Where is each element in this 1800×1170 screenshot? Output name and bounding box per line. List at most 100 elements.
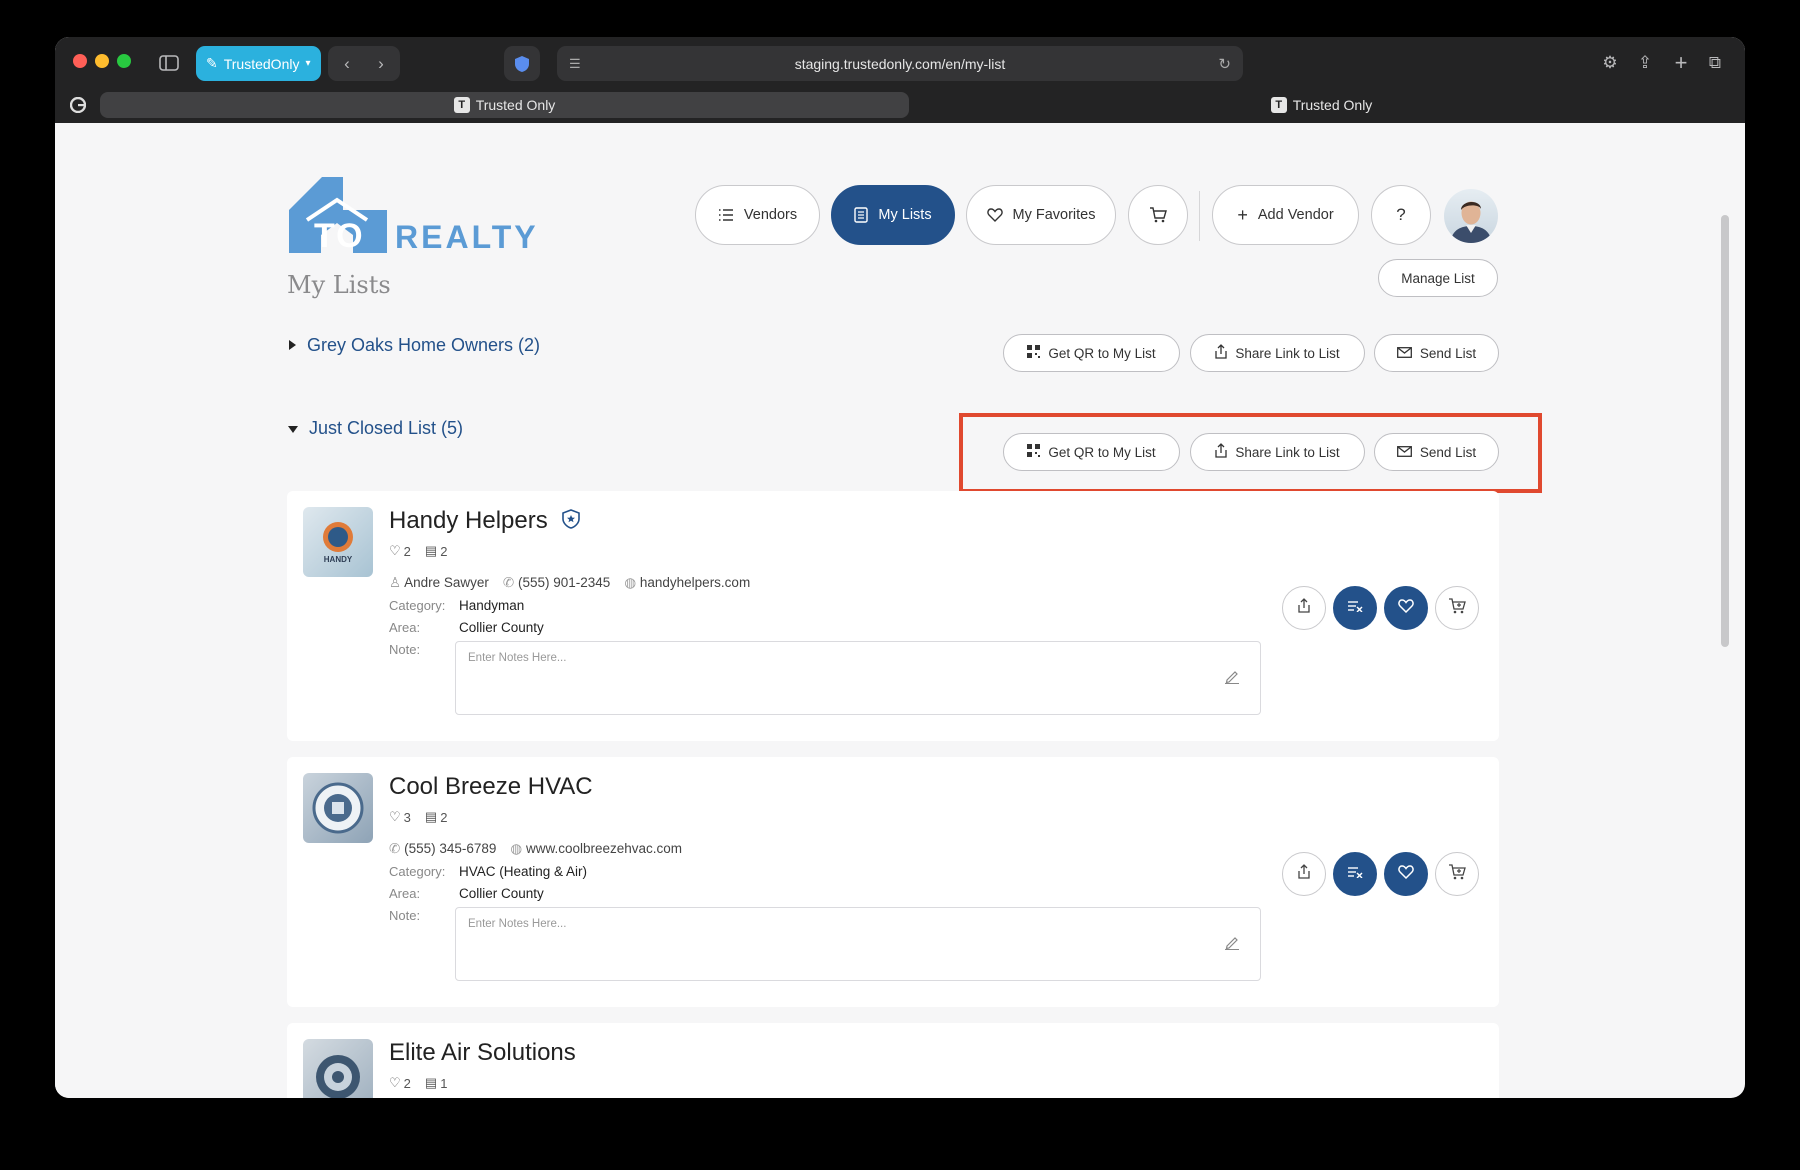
url-text: staging.trustedonly.com/en/my-list	[794, 55, 1006, 72]
question-mark-icon: ?	[1396, 205, 1406, 224]
vendors-nav-button[interactable]: Vendors	[695, 185, 820, 245]
document-list-icon	[854, 207, 869, 223]
vendor-website[interactable]: ◍ www.coolbreezehvac.com	[510, 841, 682, 857]
url-bar[interactable]: ☰ staging.trustedonly.com/en/my-list ↻	[557, 46, 1243, 81]
add-to-cart-button[interactable]	[1435, 852, 1479, 896]
manage-list-label: Manage List	[1401, 270, 1475, 286]
my-favorites-nav-button[interactable]: My Favorites	[966, 185, 1116, 245]
area-label: Area:	[389, 620, 421, 635]
zoom-window-button[interactable]	[117, 54, 131, 68]
share-vendor-button[interactable]	[1282, 852, 1326, 896]
note-input[interactable]: Enter Notes Here...	[455, 641, 1261, 715]
vendor-name[interactable]: Cool Breeze HVAC	[389, 773, 593, 801]
vendor-phone[interactable]: ✆ (555) 345-6789	[389, 841, 496, 857]
globe-icon: ◍	[624, 575, 637, 590]
reload-icon[interactable]: ↻	[1218, 55, 1231, 73]
list-name: Just Closed List (5)	[309, 418, 464, 438]
share-vendor-button[interactable]	[1282, 586, 1326, 630]
area-label: Area:	[389, 886, 421, 901]
password-shield-icon[interactable]	[504, 46, 540, 81]
page-title: My Lists	[287, 271, 391, 299]
vendor-card: Elite Air Solutions ♡ 2 ▤ 1	[287, 1023, 1499, 1098]
heart-icon	[1398, 598, 1414, 618]
settings-gear-icon[interactable]: ⚙	[1595, 47, 1625, 79]
logo-text-to: TO	[314, 217, 365, 255]
profile-switcher[interactable]: ✎ TrustedOnly ▾	[196, 46, 321, 81]
minimize-window-button[interactable]	[95, 54, 109, 68]
logo-text-realty: REALTY	[395, 219, 539, 255]
page-scrollbar[interactable]	[1721, 215, 1729, 647]
browser-titlebar: ✎ TrustedOnly ▾ ‹ › ☰ staging.trustedonl…	[55, 37, 1745, 123]
sidebar-toggle-icon[interactable]	[153, 47, 185, 79]
vendor-name[interactable]: Elite Air Solutions	[389, 1039, 576, 1067]
heart-outline-icon: ♡	[389, 1075, 401, 1090]
favorite-button[interactable]	[1384, 586, 1428, 630]
vendor-card: Cool Breeze HVAC ♡ 3 ▤ 2 ✆ (555) 345-6789 …	[287, 757, 1499, 1007]
remove-from-list-button[interactable]	[1333, 852, 1377, 896]
vendor-name-text: Handy Helpers	[389, 507, 548, 534]
area-value: Collier County	[459, 620, 544, 635]
cart-nav-button[interactable]	[1128, 185, 1188, 245]
send-list-button[interactable]: Send List	[1374, 334, 1499, 372]
trusted-only-logo-icon: T	[1270, 97, 1287, 113]
profile-name: TrustedOnly	[223, 55, 300, 72]
add-to-cart-button[interactable]	[1435, 586, 1479, 630]
vendor-contact-row: ♙ Andre Sawyer ✆ (555) 901-2345 ◍ handyh…	[389, 575, 750, 591]
edit-pencil-icon[interactable]	[1224, 668, 1240, 689]
back-arrow-icon[interactable]: ‹	[331, 47, 363, 80]
manage-list-button[interactable]: Manage List	[1378, 259, 1498, 297]
close-window-button[interactable]	[73, 54, 87, 68]
note-label: Note:	[389, 908, 421, 923]
add-vendor-button[interactable]: + Add Vendor	[1212, 185, 1359, 245]
chevron-down-icon: ▾	[305, 58, 311, 69]
tab-overview-icon[interactable]: ⧉	[1700, 47, 1730, 79]
heart-icon	[1398, 864, 1414, 884]
send-list-label: Send List	[1419, 345, 1477, 361]
remove-from-list-button[interactable]	[1333, 586, 1377, 630]
vendor-contact-row: ✆ (555) 345-6789 ◍ www.coolbreezehvac.co…	[389, 841, 682, 857]
person-icon: ♙	[389, 575, 402, 590]
vendor-website[interactable]: ◍ handyhelpers.com	[624, 575, 750, 591]
tab-trusted-only-1[interactable]: T Trusted Only	[100, 92, 909, 118]
page-settings-icon[interactable]: ☰	[569, 56, 581, 72]
my-lists-nav-button[interactable]: My Lists	[831, 185, 955, 245]
share-icon[interactable]: ⇪	[1630, 47, 1660, 79]
user-avatar[interactable]	[1444, 189, 1498, 243]
heart-outline-icon: ♡	[389, 809, 401, 824]
browser-window: ✎ TrustedOnly ▾ ‹ › ☰ staging.trustedonl…	[55, 37, 1745, 1098]
list-name: Grey Oaks Home Owners (2)	[307, 335, 541, 355]
list-header-just-closed[interactable]: Just Closed List (5)	[287, 418, 463, 439]
new-tab-plus-icon[interactable]: +	[1666, 47, 1696, 79]
note-placeholder: Enter Notes Here...	[468, 918, 567, 930]
contact-person: ♙ Andre Sawyer	[389, 575, 489, 590]
edit-pencil-icon[interactable]	[1224, 934, 1240, 955]
note-input[interactable]: Enter Notes Here...	[455, 907, 1261, 981]
forward-arrow-icon[interactable]: ›	[365, 47, 397, 80]
vendor-stats: ♡ 2 ▤ 1	[389, 1075, 447, 1091]
vendor-phone[interactable]: ✆ (555) 901-2345	[503, 575, 610, 591]
note-placeholder: Enter Notes Here...	[468, 652, 567, 664]
list-header-grey-oaks[interactable]: Grey Oaks Home Owners (2)	[287, 335, 540, 356]
get-qr-button[interactable]: Get QR to My List	[1003, 334, 1180, 372]
list-doc-icon: ▤	[424, 1075, 438, 1090]
help-button[interactable]: ?	[1371, 185, 1431, 245]
share-icon	[1298, 598, 1310, 618]
likes-count: ♡ 3	[389, 809, 411, 825]
share-link-button[interactable]: Share Link to List	[1190, 334, 1365, 372]
category-value: HVAC (Heating & Air)	[459, 864, 588, 879]
vendor-logo-image: HANDY	[303, 507, 373, 577]
tab-trusted-only-2[interactable]: T Trusted Only	[917, 92, 1726, 118]
pen-icon: ✎	[206, 55, 218, 71]
vendor-name[interactable]: Handy Helpers	[389, 507, 581, 536]
favorite-button[interactable]	[1384, 852, 1428, 896]
qr-code-icon	[1027, 345, 1041, 361]
to-realty-logo[interactable]: TO REALTY	[287, 175, 536, 255]
tab-bar: T Trusted Only T Trusted Only	[55, 87, 1745, 123]
list-remove-icon	[1347, 865, 1363, 883]
heart-outline-icon: ♡	[389, 543, 401, 558]
google-g-icon	[66, 93, 90, 117]
annotation-highlight-box	[959, 413, 1542, 493]
page-content: TO REALTY My Lists Vendors My Lists My F…	[55, 123, 1731, 1098]
vendor-logo-image	[303, 773, 373, 843]
trusted-only-logo-icon: T	[453, 97, 470, 113]
